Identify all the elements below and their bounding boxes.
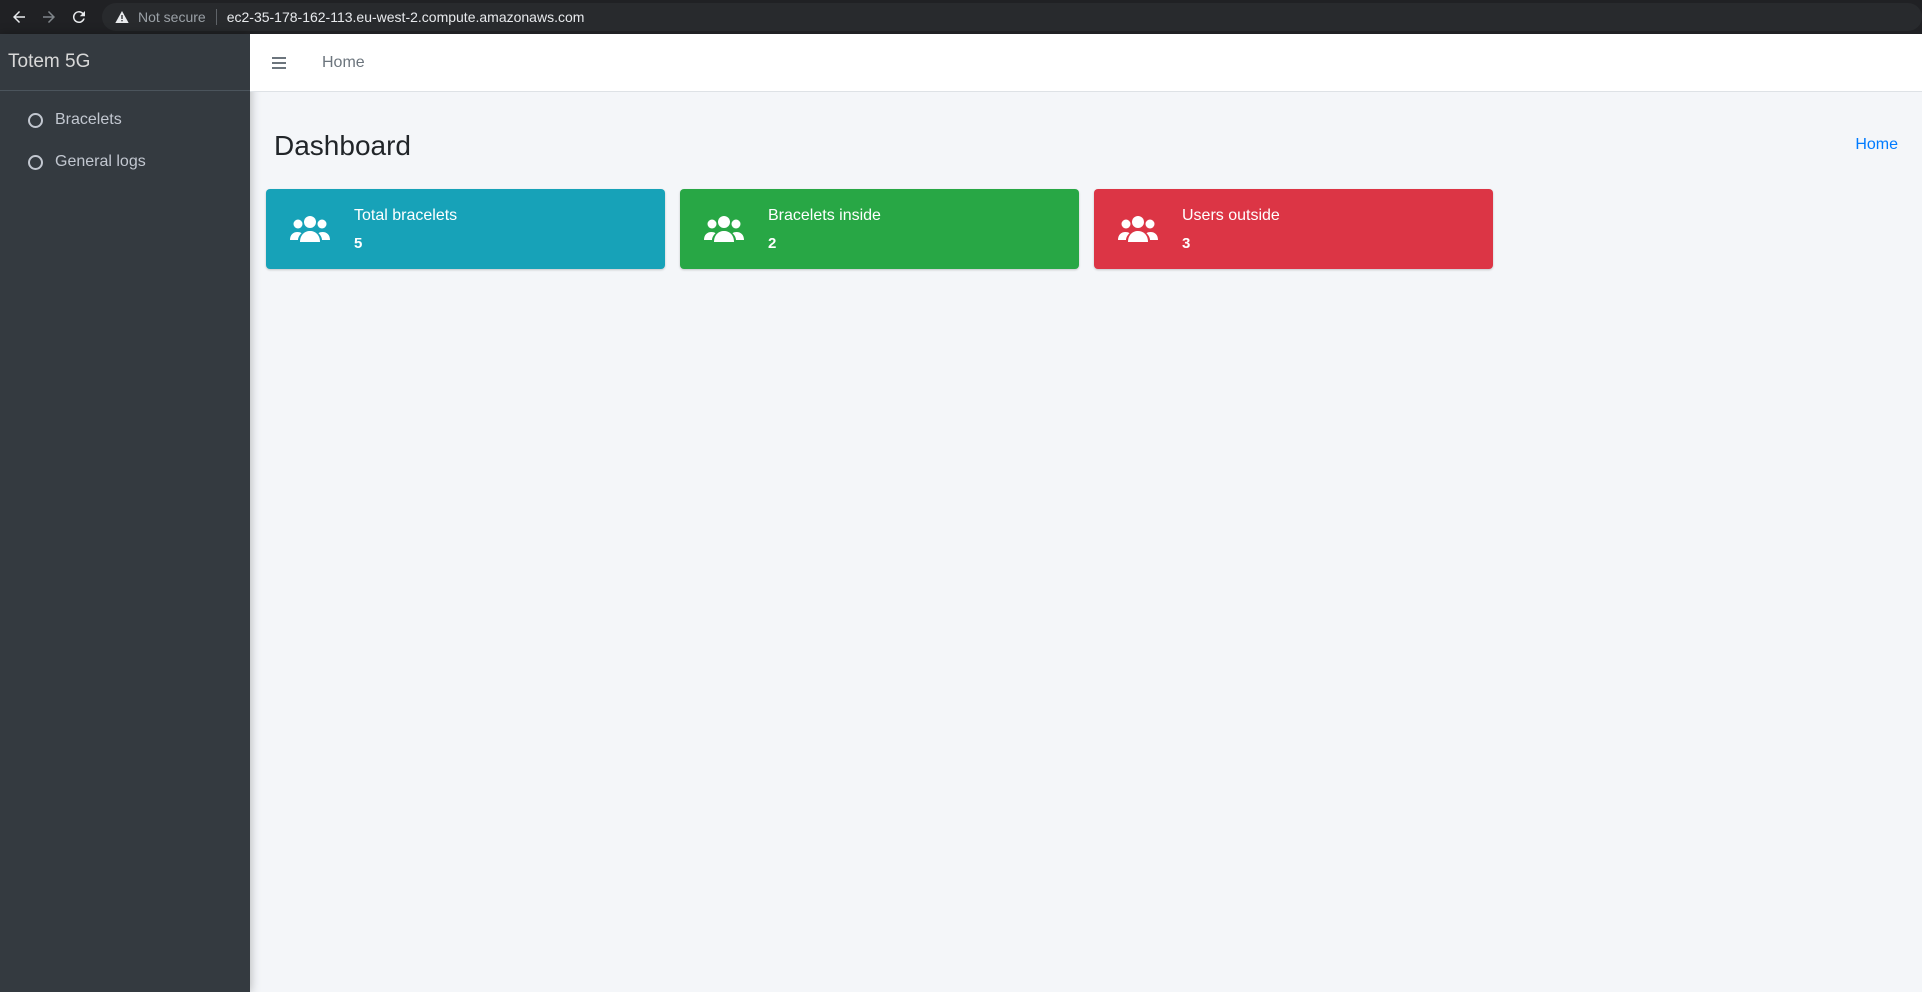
info-box-bracelets-inside: Bracelets inside 2	[680, 189, 1079, 269]
breadcrumb-home[interactable]: Home	[1855, 136, 1898, 154]
sidebar: Totem 5G Bracelets General logs	[0, 34, 250, 992]
menu-toggle-button[interactable]	[272, 56, 294, 69]
url-text[interactable]: ec2-35-178-162-113.eu-west-2.compute.ama…	[227, 9, 585, 25]
reload-button[interactable]	[64, 2, 94, 32]
browser-toolbar: Not secure ec2-35-178-162-113.eu-west-2.…	[0, 0, 1922, 34]
info-box-value: 2	[768, 234, 777, 252]
users-icon	[266, 214, 354, 244]
arrow-left-icon	[13, 11, 25, 23]
forward-button[interactable]	[34, 2, 64, 32]
sidebar-item-general-logs[interactable]: General logs	[8, 141, 242, 183]
info-box-total-bracelets: Total bracelets 5	[266, 189, 665, 269]
brand-link[interactable]: Totem 5G	[0, 34, 250, 91]
arrow-right-icon	[43, 11, 55, 23]
info-box-value: 3	[1182, 234, 1191, 252]
content-wrapper: Dashboard Home Total bracelets 5 Bracele…	[250, 92, 1922, 992]
page-title: Dashboard	[274, 130, 411, 161]
address-bar[interactable]: Not secure ec2-35-178-162-113.eu-west-2.…	[102, 3, 1922, 31]
users-icon	[1094, 214, 1182, 244]
nav-home-link[interactable]: Home	[322, 54, 365, 72]
security-label[interactable]: Not secure	[138, 9, 206, 25]
hamburger-icon	[272, 56, 286, 59]
circle-icon	[28, 112, 43, 128]
info-box-users-outside: Users outside 3	[1094, 189, 1493, 269]
sidebar-item-label: General logs	[55, 153, 146, 170]
back-button[interactable]	[4, 2, 34, 32]
warning-icon	[114, 9, 130, 25]
info-boxes: Total bracelets 5 Bracelets inside 2 Use…	[266, 189, 1493, 269]
users-icon	[680, 214, 768, 244]
divider	[215, 9, 217, 25]
sidebar-item-label: Bracelets	[55, 111, 122, 128]
top-navbar: Home	[250, 34, 1922, 92]
sidebar-item-bracelets[interactable]: Bracelets	[8, 99, 242, 141]
info-box-label: Users outside	[1182, 206, 1280, 224]
reload-icon	[72, 11, 85, 24]
circle-icon	[28, 154, 43, 170]
info-box-label: Total bracelets	[354, 206, 458, 224]
info-box-value: 5	[354, 234, 363, 252]
hamburger-icon	[272, 61, 286, 64]
hamburger-icon	[272, 66, 286, 69]
info-box-label: Bracelets inside	[768, 206, 881, 224]
